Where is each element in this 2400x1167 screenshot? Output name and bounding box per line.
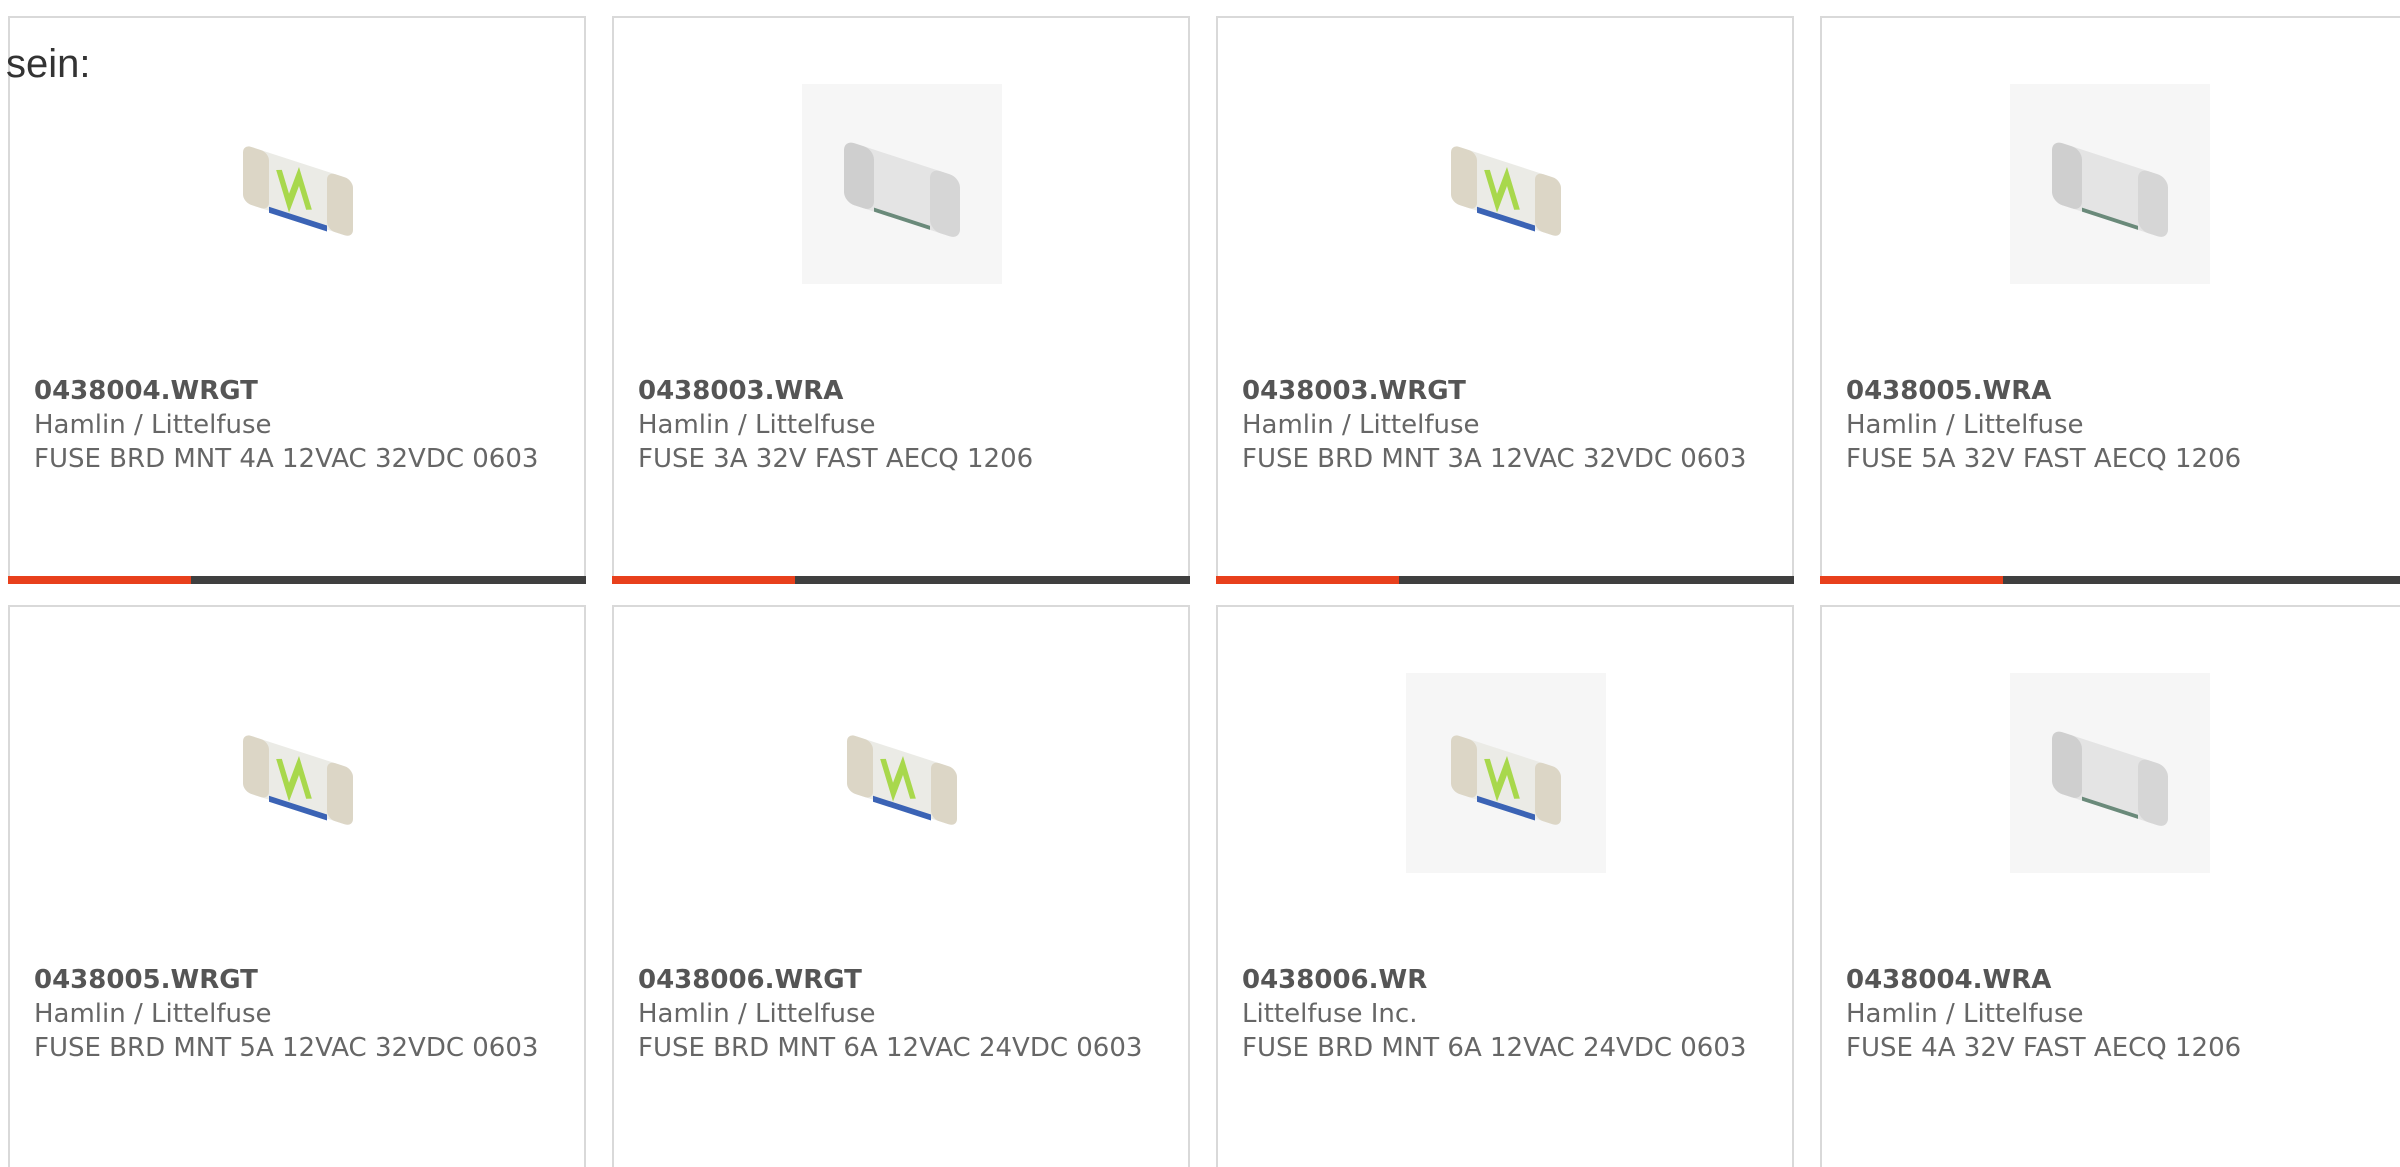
product-info: 0438003.WRA Hamlin / Littelfuse FUSE 3A … bbox=[638, 374, 1164, 476]
part-number-link[interactable]: 0438003.WRA bbox=[638, 374, 1164, 408]
part-number-link[interactable]: 0438003.WRGT bbox=[1242, 374, 1768, 408]
fuse-green-marking-icon[interactable] bbox=[1406, 673, 1606, 873]
description: FUSE BRD MNT 4A 12VAC 32VDC 0603 bbox=[34, 444, 539, 474]
product-grid: 0438004.WRGT Hamlin / Littelfuse FUSE BR… bbox=[0, 0, 2400, 1167]
description: FUSE BRD MNT 6A 12VAC 24VDC 0603 bbox=[1242, 1033, 1747, 1063]
manufacturer: Hamlin / Littelfuse bbox=[1846, 410, 2084, 440]
description: FUSE 3A 32V FAST AECQ 1206 bbox=[638, 444, 1034, 474]
card-bottom-bar bbox=[1820, 576, 2400, 584]
description: FUSE BRD MNT 6A 12VAC 24VDC 0603 bbox=[638, 1033, 1143, 1063]
fuse-white-icon[interactable] bbox=[802, 84, 1002, 284]
manufacturer: Hamlin / Littelfuse bbox=[638, 410, 876, 440]
manufacturer: Hamlin / Littelfuse bbox=[638, 999, 876, 1029]
product-card[interactable]: 0438004.WRA Hamlin / Littelfuse FUSE 4A … bbox=[1820, 605, 2400, 1167]
part-number-link[interactable]: 0438006.WRGT bbox=[638, 963, 1164, 997]
product-card[interactable]: 0438006.WRGT Hamlin / Littelfuse FUSE BR… bbox=[612, 605, 1190, 1167]
card-accent-bar bbox=[8, 576, 191, 584]
fuse-green-marking-icon[interactable] bbox=[198, 673, 398, 873]
manufacturer: Hamlin / Littelfuse bbox=[1846, 999, 2084, 1029]
product-info: 0438005.WRA Hamlin / Littelfuse FUSE 5A … bbox=[1846, 374, 2376, 476]
part-number-link[interactable]: 0438004.WRGT bbox=[34, 374, 560, 408]
manufacturer: Hamlin / Littelfuse bbox=[34, 999, 272, 1029]
card-bottom-bar bbox=[8, 576, 586, 584]
card-accent-bar bbox=[1820, 576, 2003, 584]
manufacturer: Littelfuse Inc. bbox=[1242, 999, 1418, 1029]
fuse-green-marking-icon[interactable] bbox=[1406, 84, 1606, 284]
card-accent-bar bbox=[612, 576, 795, 584]
part-number-link[interactable]: 0438005.WRGT bbox=[34, 963, 560, 997]
product-card[interactable]: 0438004.WRGT Hamlin / Littelfuse FUSE BR… bbox=[8, 16, 586, 584]
product-info: 0438006.WR Littelfuse Inc. FUSE BRD MNT … bbox=[1242, 963, 1768, 1065]
fuse-white-icon[interactable] bbox=[2010, 673, 2210, 873]
description: FUSE 4A 32V FAST AECQ 1206 bbox=[1846, 1033, 2242, 1063]
part-number-link[interactable]: 0438006.WR bbox=[1242, 963, 1768, 997]
card-accent-bar bbox=[1216, 576, 1399, 584]
description: FUSE BRD MNT 3A 12VAC 32VDC 0603 bbox=[1242, 444, 1747, 474]
description: FUSE 5A 32V FAST AECQ 1206 bbox=[1846, 444, 2242, 474]
card-bottom-bar bbox=[612, 576, 1190, 584]
product-card[interactable]: 0438006.WR Littelfuse Inc. FUSE BRD MNT … bbox=[1216, 605, 1794, 1167]
intro-text: sein: bbox=[6, 42, 91, 86]
card-bottom-bar bbox=[1216, 576, 1794, 584]
product-card[interactable]: 0438005.WRA Hamlin / Littelfuse FUSE 5A … bbox=[1820, 16, 2400, 584]
manufacturer: Hamlin / Littelfuse bbox=[1242, 410, 1480, 440]
product-info: 0438003.WRGT Hamlin / Littelfuse FUSE BR… bbox=[1242, 374, 1768, 476]
product-info: 0438005.WRGT Hamlin / Littelfuse FUSE BR… bbox=[34, 963, 560, 1065]
fuse-green-marking-icon[interactable] bbox=[198, 84, 398, 284]
product-card[interactable]: 0438003.WRGT Hamlin / Littelfuse FUSE BR… bbox=[1216, 16, 1794, 584]
fuse-green-marking-icon[interactable] bbox=[802, 673, 1002, 873]
manufacturer: Hamlin / Littelfuse bbox=[34, 410, 272, 440]
part-number-link[interactable]: 0438005.WRA bbox=[1846, 374, 2376, 408]
fuse-white-icon[interactable] bbox=[2010, 84, 2210, 284]
part-number-link[interactable]: 0438004.WRA bbox=[1846, 963, 2376, 997]
product-info: 0438004.WRA Hamlin / Littelfuse FUSE 4A … bbox=[1846, 963, 2376, 1065]
product-grid-page: sein: 0438004.WRGT Hamlin / Littelfuse F… bbox=[0, 0, 2400, 1167]
product-card[interactable]: 0438005.WRGT Hamlin / Littelfuse FUSE BR… bbox=[8, 605, 586, 1167]
product-card[interactable]: 0438003.WRA Hamlin / Littelfuse FUSE 3A … bbox=[612, 16, 1190, 584]
product-info: 0438006.WRGT Hamlin / Littelfuse FUSE BR… bbox=[638, 963, 1164, 1065]
product-info: 0438004.WRGT Hamlin / Littelfuse FUSE BR… bbox=[34, 374, 560, 476]
description: FUSE BRD MNT 5A 12VAC 32VDC 0603 bbox=[34, 1033, 539, 1063]
